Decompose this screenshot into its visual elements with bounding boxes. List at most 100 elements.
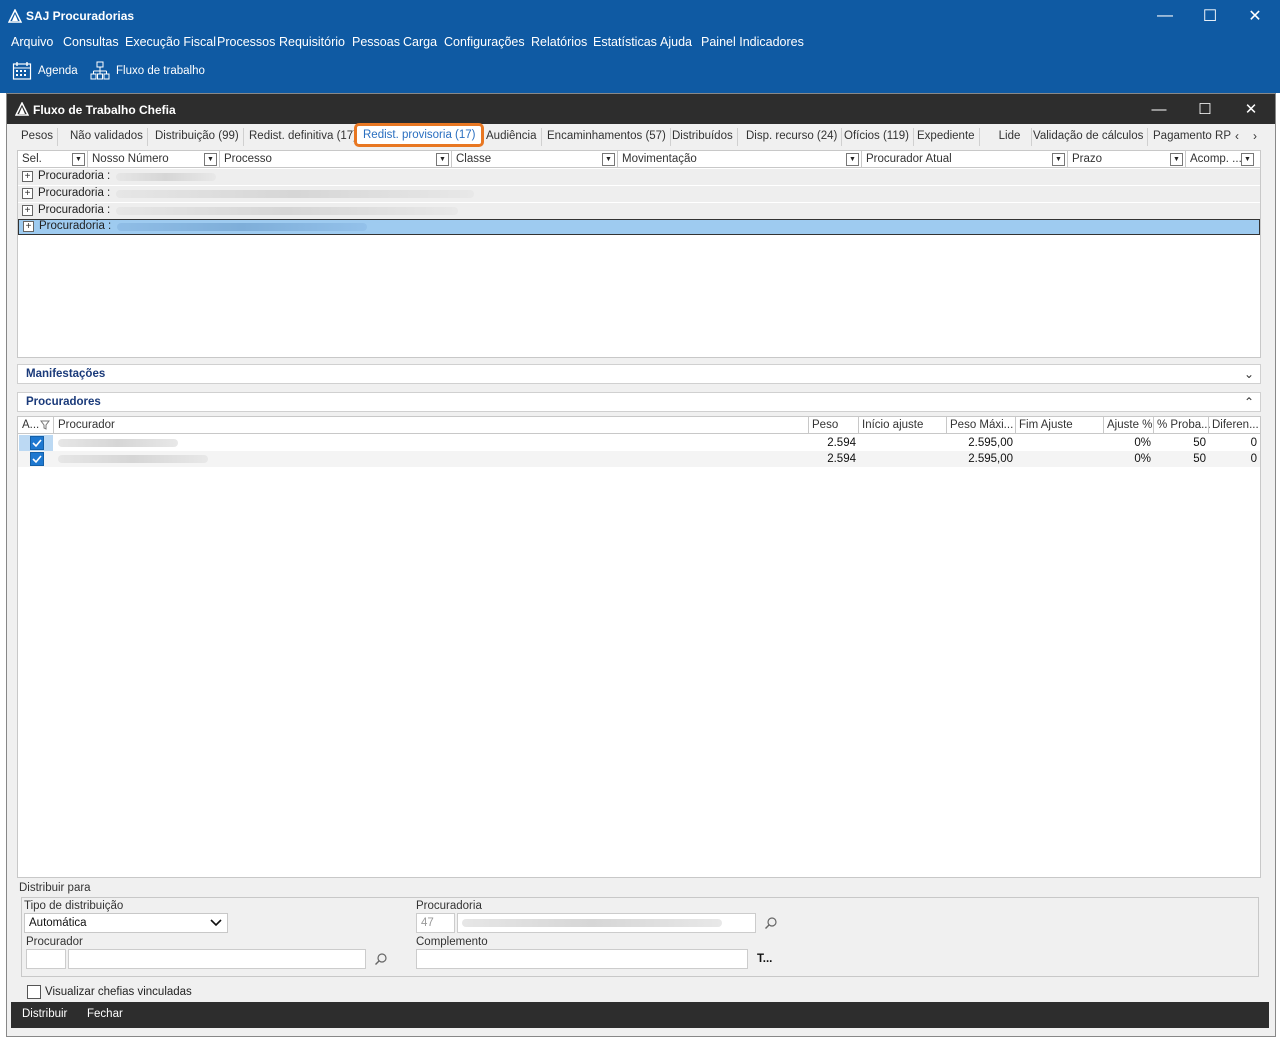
group-row-selected[interactable]: + Procuradoria : [18, 219, 1260, 235]
manifestacoes-section[interactable]: Manifestações ⌄ [17, 364, 1261, 384]
visualizar-chefias-checkbox[interactable] [27, 985, 41, 999]
distribuir-para-group: Tipo de distribuição Automática Procurad… [21, 897, 1259, 977]
menu-requisitorio[interactable]: Requisitório [279, 35, 345, 49]
menu-painel-indicadores[interactable]: Painel Indicadores [701, 35, 804, 49]
tab-expediente[interactable]: Expediente [913, 128, 980, 146]
distribuir-button[interactable]: Distribuir [22, 1008, 67, 1020]
expand-icon[interactable]: + [22, 188, 33, 199]
tab-scroll-right-icon[interactable]: › [1253, 129, 1257, 143]
procuradoria-name-field[interactable] [457, 913, 756, 933]
col-peso-maximo[interactable]: Peso Máxi... [950, 419, 1013, 431]
tab-scroll-left-icon[interactable]: ‹ [1235, 129, 1239, 143]
col-fim-ajuste[interactable]: Fim Ajuste [1019, 419, 1073, 431]
col-probabilidade[interactable]: % Proba... [1157, 419, 1211, 431]
table-row[interactable]: 2.594 2.595,00 0% 50 0 [18, 435, 1260, 451]
col-movimentacao[interactable]: Movimentação [622, 153, 697, 165]
menu-estatisticas[interactable]: Estatísticas [593, 35, 657, 49]
group-row[interactable]: + Procuradoria : [18, 169, 1260, 185]
col-classe-filter-icon[interactable]: ▼ [602, 153, 615, 166]
menu-ajuda[interactable]: Ajuda [660, 35, 692, 49]
group-row[interactable]: + Procuradoria : [18, 203, 1260, 219]
col-processo[interactable]: Processo [224, 153, 272, 165]
filter-icon[interactable] [40, 420, 50, 430]
group-row[interactable]: + Procuradoria : [18, 186, 1260, 202]
col-acomp-filter-icon[interactable]: ▼ [1241, 153, 1254, 166]
inner-maximize-button[interactable]: ☐ [1182, 94, 1228, 124]
menu-carga[interactable]: Carga [403, 35, 437, 49]
workflow-icon [90, 61, 110, 80]
col-classe[interactable]: Classe [456, 153, 491, 165]
menu-consultas[interactable]: Consultas [63, 35, 119, 49]
tab-distribuicao[interactable]: Distribuição (99) [151, 128, 244, 146]
expand-icon[interactable]: + [22, 205, 33, 216]
menu-pessoas[interactable]: Pessoas [352, 35, 400, 49]
menu-execucao-fiscal[interactable]: Execução Fiscal [125, 35, 216, 49]
tab-redist-definitiva[interactable]: Redist. definitiva (17) [245, 128, 363, 146]
group-label: Procuradoria : [38, 204, 111, 216]
col-procurador-atual[interactable]: Procurador Atual [866, 153, 952, 165]
col-nosso-numero[interactable]: Nosso Número [92, 153, 169, 165]
tab-oficios[interactable]: Ofícios (119) [840, 128, 914, 146]
tab-validacao-calculos[interactable]: Validação de cálculos [1029, 128, 1149, 146]
menu-relatorios[interactable]: Relatórios [531, 35, 587, 49]
grid-header: Sel. ▼ Nosso Número ▼ Processo ▼ Classe … [18, 151, 1260, 168]
col-peso[interactable]: Peso [812, 419, 838, 431]
inner-window-title: Fluxo de Trabalho Chefia [33, 103, 176, 117]
tab-strip: Pesos Não validados Distribuição (99) Re… [17, 123, 1267, 148]
table-row[interactable]: 2.594 2.595,00 0% 50 0 [18, 451, 1260, 467]
menu-configuracoes[interactable]: Configurações [444, 35, 525, 49]
fechar-button[interactable]: Fechar [87, 1008, 123, 1020]
tab-disp-recurso[interactable]: Disp. recurso (24) [742, 128, 843, 146]
inner-minimize-button[interactable]: — [1136, 94, 1182, 124]
col-prazo[interactable]: Prazo [1072, 153, 1102, 165]
close-button[interactable]: ✕ [1232, 0, 1278, 32]
tipo-distribuicao-select[interactable]: Automática [24, 913, 228, 933]
col-sel[interactable]: Sel. [22, 153, 42, 165]
search-icon[interactable] [374, 952, 388, 966]
procurador-code-field[interactable] [26, 949, 66, 969]
minimize-button[interactable]: — [1142, 0, 1188, 32]
tab-distribuidos[interactable]: Distribuídos [668, 128, 738, 146]
col-diferenca[interactable]: Diferen... [1212, 419, 1259, 431]
checkmark-icon [32, 439, 42, 448]
col-ativo[interactable]: A... [22, 419, 39, 431]
expand-icon[interactable]: + [23, 221, 34, 232]
complemento-field[interactable] [416, 949, 748, 969]
tab-encaminhamentos[interactable]: Encaminhamentos (57) [543, 128, 671, 146]
col-procurador[interactable]: Procurador [58, 419, 115, 431]
agenda-button[interactable]: Agenda [12, 61, 78, 81]
redacted-text [116, 190, 474, 198]
col-procurador-atual-filter-icon[interactable]: ▼ [1052, 153, 1065, 166]
tab-lide[interactable]: Lide [988, 128, 1032, 146]
tab-audiencia[interactable]: Audiência [482, 128, 542, 146]
fluxo-trabalho-button[interactable]: Fluxo de trabalho [90, 61, 205, 81]
tab-redist-provisoria[interactable]: Redist. provisoria (17) [354, 123, 485, 147]
tab-nao-validados[interactable]: Não validados [66, 128, 148, 146]
procuradores-section[interactable]: Procuradores ⌃ [17, 392, 1261, 412]
ativo-checkbox[interactable] [30, 436, 44, 450]
tab-pesos[interactable]: Pesos [17, 128, 58, 146]
inner-close-button[interactable]: ✕ [1228, 94, 1274, 124]
tab-pagamento-rpv[interactable]: Pagamento RP\ [1149, 128, 1231, 146]
procuradoria-code-field[interactable]: 47 [416, 913, 455, 933]
col-nosso-numero-filter-icon[interactable]: ▼ [204, 153, 217, 166]
menu-processos[interactable]: Processos [217, 35, 275, 49]
col-movimentacao-filter-icon[interactable]: ▼ [846, 153, 859, 166]
column-divider [1067, 151, 1068, 168]
col-sel-filter-icon[interactable]: ▼ [72, 153, 85, 166]
maximize-button[interactable]: ☐ [1187, 0, 1233, 32]
procurador-name-field[interactable] [68, 949, 366, 969]
col-acomp[interactable]: Acomp. ... [1190, 153, 1242, 165]
col-inicio-ajuste[interactable]: Início ajuste [862, 419, 923, 431]
menu-arquivo[interactable]: Arquivo [11, 35, 53, 49]
search-icon[interactable] [764, 916, 778, 930]
col-processo-filter-icon[interactable]: ▼ [436, 153, 449, 166]
col-ajuste-percent[interactable]: Ajuste % [1107, 419, 1152, 431]
col-prazo-filter-icon[interactable]: ▼ [1170, 153, 1183, 166]
chevron-up-icon[interactable]: ⌃ [1244, 395, 1254, 409]
chevron-down-icon[interactable]: ⌄ [1244, 367, 1254, 381]
ativo-checkbox[interactable] [30, 452, 44, 466]
column-divider [617, 151, 618, 168]
expand-icon[interactable]: + [22, 171, 33, 182]
complemento-text-button[interactable]: T... [757, 953, 772, 965]
